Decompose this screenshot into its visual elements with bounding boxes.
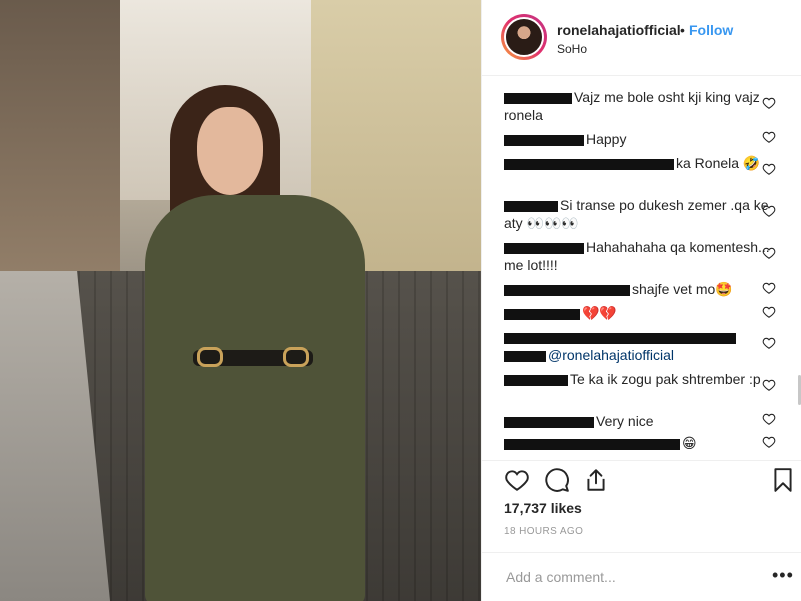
like-comment-heart-icon[interactable] <box>762 336 776 350</box>
redacted-username <box>504 134 584 146</box>
comment-text: shajfe vet mo🤩 <box>632 281 733 297</box>
redacted-username <box>504 158 674 170</box>
woman-figure <box>135 85 375 601</box>
redacted-username <box>504 92 572 104</box>
follow-button[interactable]: Follow <box>689 22 733 38</box>
profile-picture <box>504 17 544 57</box>
more-options-button[interactable]: ••• <box>772 565 794 586</box>
green-jumpsuit <box>145 195 365 601</box>
like-comment-heart-icon[interactable] <box>762 96 776 110</box>
comment-item: Vajz me bole osht kji king vajz ronela <box>504 88 784 124</box>
redacted-username <box>504 350 546 362</box>
post-photo[interactable] <box>0 0 481 601</box>
redacted-username <box>504 374 568 386</box>
likes-count[interactable]: 17,737 likes <box>504 500 582 516</box>
comment-mention[interactable]: @ronelahajatiofficial <box>548 347 674 363</box>
comment-item: Very nice <box>504 412 784 430</box>
redacted-username <box>504 332 736 344</box>
like-comment-heart-icon[interactable] <box>762 162 776 176</box>
like-comment-heart-icon[interactable] <box>762 204 776 218</box>
like-comment-heart-icon[interactable] <box>762 435 776 449</box>
comment-item: 😁 <box>504 434 784 452</box>
comment-item: Si transe po dukesh zemer .qa ke aty 👀👀👀 <box>504 196 784 232</box>
comment-input[interactable] <box>504 565 748 589</box>
redacted-username <box>504 308 580 320</box>
redacted-username <box>504 242 584 254</box>
comment-item: Te ka ik zogu pak shtrember :p <box>504 370 784 388</box>
comment-text: Te ka ik zogu pak shtrember :p <box>570 371 761 387</box>
comment-item: Happy <box>504 130 784 148</box>
comment-text: 💔💔 <box>582 305 617 321</box>
redacted-username <box>504 200 558 212</box>
location-link[interactable]: SoHo <box>557 42 587 56</box>
comment-item: Hahahahaha qa komentesh... me lot!!!! <box>504 238 784 274</box>
redacted-username <box>504 438 680 450</box>
comment-text: Very nice <box>596 413 654 429</box>
like-comment-heart-icon[interactable] <box>762 246 776 260</box>
building-left <box>0 0 120 290</box>
like-heart-icon[interactable] <box>504 467 530 493</box>
action-bar <box>482 460 801 500</box>
comment-list[interactable]: Vajz me bole osht kji king vajz ronela H… <box>482 80 801 460</box>
separator-dot: • <box>680 22 685 38</box>
comment-item: ka Ronela 🤣 <box>504 154 784 172</box>
username-link[interactable]: ronelahajatiofficial <box>557 22 681 38</box>
post-header: ronelahajatiofficial • Follow SoHo <box>482 0 801 76</box>
belt-buckle <box>283 347 309 367</box>
comment-item: @ronelahajatiofficial <box>504 328 784 364</box>
comment-bubble-icon[interactable] <box>544 467 570 493</box>
redacted-username <box>504 284 630 296</box>
face <box>197 107 263 195</box>
like-comment-heart-icon[interactable] <box>762 305 776 319</box>
redacted-username <box>504 416 594 428</box>
comment-item: shajfe vet mo🤩 <box>504 280 784 298</box>
comment-text: 😁 <box>682 435 697 451</box>
like-comment-heart-icon[interactable] <box>762 130 776 144</box>
post-side-panel: ronelahajatiofficial • Follow SoHo Vajz … <box>481 0 801 601</box>
add-comment-bar: ••• <box>482 552 801 601</box>
share-icon[interactable] <box>583 467 609 493</box>
comment-item: 💔💔 <box>504 304 784 322</box>
avatar[interactable] <box>501 14 547 60</box>
like-comment-heart-icon[interactable] <box>762 412 776 426</box>
like-comment-heart-icon[interactable] <box>762 281 776 295</box>
like-comment-heart-icon[interactable] <box>762 378 776 392</box>
comment-text: ka Ronela 🤣 <box>676 155 761 171</box>
post-timestamp[interactable]: 18 HOURS AGO <box>504 526 583 537</box>
bookmark-icon[interactable] <box>770 467 796 493</box>
belt-buckle <box>197 347 223 367</box>
comment-text: Happy <box>586 131 627 147</box>
